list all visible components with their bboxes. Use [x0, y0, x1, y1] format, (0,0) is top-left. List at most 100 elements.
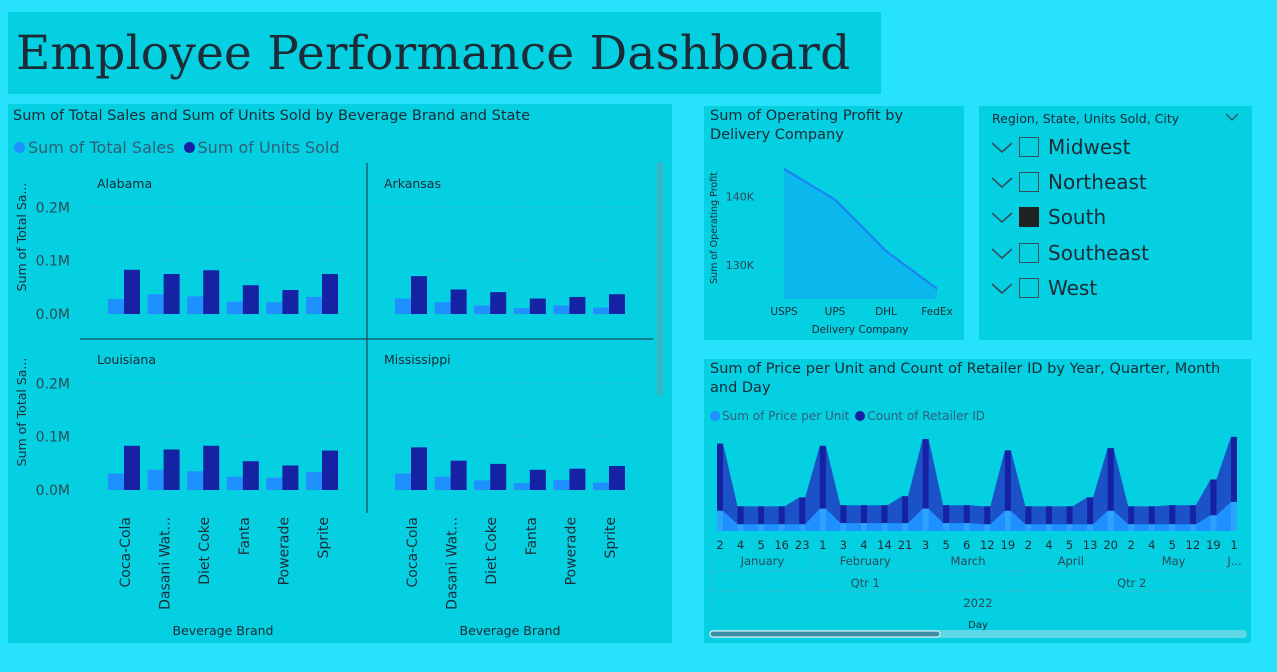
expand-chevron-icon[interactable]	[991, 281, 1013, 295]
bar-price-per-unit[interactable]	[717, 510, 723, 531]
bar-retailer-count[interactable]	[902, 496, 909, 524]
bar-total-sales[interactable]	[147, 294, 164, 314]
bar-price-per-unit[interactable]	[840, 523, 847, 531]
chart-scrollbar[interactable]	[657, 162, 663, 396]
bar-retailer-count[interactable]	[799, 497, 806, 525]
bar-total-sales[interactable]	[226, 476, 243, 490]
slicer-item-midwest[interactable]: Midwest	[991, 134, 1130, 160]
bar-retailer-count[interactable]	[922, 439, 929, 509]
bar-retailer-count[interactable]	[1066, 506, 1073, 525]
bar-units-sold[interactable]	[490, 292, 507, 314]
bar-total-sales[interactable]	[266, 302, 283, 314]
price-retailer-chart-panel[interactable]: Sum of Price per Unit and Count of Retai…	[704, 359, 1251, 643]
bar-retailer-count[interactable]	[1210, 479, 1217, 516]
bar-total-sales[interactable]	[593, 307, 609, 314]
bar-price-per-unit[interactable]	[1087, 524, 1094, 531]
bar-total-sales[interactable]	[306, 296, 322, 314]
bar-units-sold[interactable]	[609, 294, 625, 314]
bar-total-sales[interactable]	[434, 302, 451, 314]
bar-total-sales[interactable]	[395, 473, 411, 490]
expand-chevron-icon[interactable]	[991, 246, 1013, 260]
bar-price-per-unit[interactable]	[799, 524, 806, 531]
bar-retailer-count[interactable]	[943, 505, 950, 524]
bar-units-sold[interactable]	[124, 445, 140, 490]
bar-total-sales[interactable]	[226, 301, 243, 314]
bar-total-sales[interactable]	[187, 296, 204, 314]
sales-units-chart-panel[interactable]: Sum of Total Sales and Sum of Units Sold…	[8, 104, 672, 643]
bar-units-sold[interactable]	[569, 296, 586, 314]
bar-price-per-unit[interactable]	[758, 524, 765, 531]
bar-retailer-count[interactable]	[860, 505, 867, 524]
expand-chevron-icon[interactable]	[991, 210, 1013, 224]
bar-units-sold[interactable]	[242, 285, 259, 314]
bar-units-sold[interactable]	[282, 465, 299, 490]
bar-units-sold[interactable]	[450, 289, 467, 314]
bar-retailer-count[interactable]	[819, 445, 826, 509]
bar-price-per-unit[interactable]	[1025, 524, 1032, 531]
bar-units-sold[interactable]	[490, 463, 507, 490]
region-slicer[interactable]: Region, State, Units Sold, City Midwest N…	[979, 106, 1252, 340]
profit-area[interactable]	[784, 168, 937, 299]
bar-units-sold[interactable]	[569, 468, 586, 490]
bar-retailer-count[interactable]	[758, 506, 765, 525]
bar-total-sales[interactable]	[553, 305, 570, 314]
bar-price-per-unit[interactable]	[881, 523, 888, 531]
bar-price-per-unit[interactable]	[1004, 510, 1011, 531]
bar-units-sold[interactable]	[529, 298, 546, 314]
bar-price-per-unit[interactable]	[1107, 510, 1114, 531]
slicer-item-south[interactable]: South	[991, 204, 1106, 230]
bar-retailer-count[interactable]	[1128, 506, 1135, 525]
expand-chevron-icon[interactable]	[991, 175, 1013, 189]
bar-retailer-count[interactable]	[1107, 448, 1114, 511]
bar-units-sold[interactable]	[163, 449, 180, 490]
bar-price-per-unit[interactable]	[984, 524, 991, 531]
bar-retailer-count[interactable]	[984, 506, 991, 525]
bar-retailer-count[interactable]	[1004, 450, 1011, 511]
bar-price-per-unit[interactable]	[922, 508, 929, 531]
bar-units-sold[interactable]	[163, 274, 180, 314]
bar-total-sales[interactable]	[108, 473, 124, 490]
bar-total-sales[interactable]	[513, 308, 530, 314]
bar-price-per-unit[interactable]	[1210, 515, 1217, 531]
bar-retailer-count[interactable]	[1045, 506, 1052, 525]
bar-total-sales[interactable]	[513, 483, 530, 490]
bar-price-per-unit[interactable]	[1128, 524, 1135, 531]
price-scrollbar-thumb[interactable]	[709, 630, 941, 638]
bar-units-sold[interactable]	[242, 461, 259, 490]
slicer-checkbox[interactable]	[1019, 172, 1039, 193]
bar-retailer-count[interactable]	[1189, 505, 1196, 525]
bar-retailer-count[interactable]	[1087, 497, 1094, 525]
bar-total-sales[interactable]	[593, 482, 609, 490]
bar-price-per-unit[interactable]	[860, 523, 867, 531]
bar-retailer-count[interactable]	[881, 505, 888, 524]
bar-units-sold[interactable]	[322, 450, 338, 490]
bar-price-per-unit[interactable]	[1066, 524, 1073, 531]
slicer-checkbox[interactable]	[1019, 277, 1039, 298]
bar-price-per-unit[interactable]	[943, 523, 950, 531]
bar-retailer-count[interactable]	[778, 506, 785, 525]
bar-price-per-unit[interactable]	[1231, 501, 1237, 531]
area-retailer-count[interactable]	[717, 436, 1237, 531]
bar-total-sales[interactable]	[306, 471, 322, 490]
bar-total-sales[interactable]	[434, 476, 451, 490]
bar-price-per-unit[interactable]	[1045, 524, 1052, 531]
bar-price-per-unit[interactable]	[1148, 524, 1155, 531]
bar-total-sales[interactable]	[187, 471, 204, 490]
bar-total-sales[interactable]	[553, 479, 570, 490]
bar-units-sold[interactable]	[322, 274, 338, 314]
bar-total-sales[interactable]	[474, 480, 491, 490]
bar-retailer-count[interactable]	[1025, 506, 1032, 525]
bar-units-sold[interactable]	[609, 466, 625, 490]
bar-total-sales[interactable]	[474, 305, 491, 314]
bar-units-sold[interactable]	[411, 447, 427, 490]
bar-units-sold[interactable]	[411, 276, 427, 314]
bar-price-per-unit[interactable]	[778, 524, 785, 531]
bar-retailer-count[interactable]	[840, 505, 847, 524]
bar-units-sold[interactable]	[282, 290, 299, 314]
slicer-checkbox[interactable]	[1019, 137, 1039, 157]
bar-units-sold[interactable]	[203, 270, 220, 314]
bar-price-per-unit[interactable]	[1169, 524, 1176, 531]
bar-retailer-count[interactable]	[1148, 506, 1155, 525]
bar-price-per-unit[interactable]	[737, 524, 744, 531]
bar-retailer-count[interactable]	[737, 506, 744, 525]
